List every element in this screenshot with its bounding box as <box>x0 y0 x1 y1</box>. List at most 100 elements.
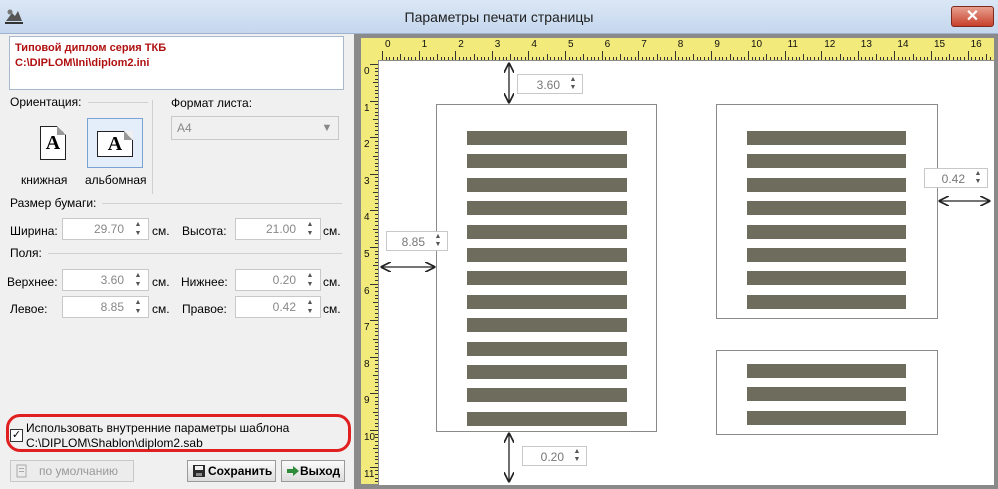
margin-arrows <box>379 61 994 485</box>
spin-down-icon[interactable]: ▼ <box>431 241 445 249</box>
ruler-tick <box>375 78 378 80</box>
format-select[interactable]: A4 ▼ <box>171 116 339 140</box>
preview-top-spinner[interactable]: 3.60 ▲ ▼ <box>517 74 583 94</box>
ruler-tick <box>887 57 889 60</box>
ruler-tick <box>711 51 713 60</box>
preview-right-spinner[interactable]: 0.42 ▲ ▼ <box>924 168 988 188</box>
spin-down-icon[interactable]: ▼ <box>302 229 318 238</box>
exit-arrow-icon <box>287 466 299 476</box>
ruler-tick <box>608 57 610 60</box>
spin-up-icon[interactable]: ▲ <box>971 170 985 178</box>
spin-down-icon[interactable]: ▼ <box>130 229 146 238</box>
spin-down-icon[interactable]: ▼ <box>566 84 580 92</box>
top-margin-spinner[interactable]: 3.60 ▲ ▼ <box>62 269 149 291</box>
template-name: Типовой диплом серия ТКБ <box>15 42 167 54</box>
ruler-label: 6 <box>364 285 370 297</box>
ruler-label: 11 <box>364 468 375 480</box>
ruler-tick <box>528 51 530 60</box>
ruler-tick <box>477 57 479 60</box>
ruler-tick <box>605 57 607 60</box>
bottom-margin-spinner[interactable]: 0.20 ▲ ▼ <box>235 269 321 291</box>
ruler-tick <box>788 57 790 60</box>
ruler-tick <box>521 57 523 60</box>
preview-bottom-spinner[interactable]: 0.20 ▲ ▼ <box>522 446 587 466</box>
title-bar: Параметры печати страницы ✕ <box>0 0 998 34</box>
ruler-label: 10 <box>751 39 763 50</box>
ruler-tick <box>370 283 378 285</box>
ruler-tick <box>375 290 378 292</box>
spin-up-icon[interactable]: ▲ <box>566 76 580 84</box>
ruler-tick <box>375 181 378 183</box>
spin-up-icon[interactable]: ▲ <box>130 220 146 229</box>
format-value: A4 <box>177 121 192 135</box>
right-margin-spinner[interactable]: 0.42 ▲ ▼ <box>235 296 321 318</box>
spin-up-icon[interactable]: ▲ <box>570 448 584 456</box>
ruler-tick <box>375 334 378 336</box>
template-sab-path: C:\DIPLOM\Shablon\diplom2.sab <box>26 436 203 450</box>
spin-down-icon[interactable]: ▼ <box>130 307 146 316</box>
ruler-tick <box>375 433 378 435</box>
ruler-tick <box>843 57 845 60</box>
ruler-tick <box>370 64 378 65</box>
ruler-tick <box>898 57 900 60</box>
spin-down-icon[interactable]: ▼ <box>570 456 584 464</box>
spin-up-icon[interactable]: ▲ <box>302 271 318 280</box>
ruler-tick <box>375 268 378 270</box>
ruler-label: 3 <box>364 175 370 187</box>
spin-down-icon[interactable]: ▼ <box>971 178 985 186</box>
spin-down-icon[interactable]: ▼ <box>302 307 318 316</box>
template-ini-path: C:\DIPLOM\Ini\diplom2.ini <box>15 57 150 69</box>
ruler-tick <box>436 54 438 60</box>
width-value: 29.70 <box>93 222 124 236</box>
dialog-body: Типовой диплом серия ТКБ C:\DIPLOM\Ini\d… <box>0 34 998 489</box>
left-margin-spinner[interactable]: 8.85 ▲ ▼ <box>62 296 149 318</box>
ruler-tick <box>385 57 387 60</box>
ruler-tick <box>375 397 378 399</box>
spin-up-icon[interactable]: ▲ <box>431 233 445 241</box>
spin-down-icon[interactable]: ▼ <box>130 280 146 289</box>
ruler-tick <box>375 349 378 351</box>
close-button[interactable]: ✕ <box>951 6 994 27</box>
ruler-tick <box>375 257 378 259</box>
save-button[interactable]: Сохранить <box>187 460 276 482</box>
ruler-tick <box>425 57 427 60</box>
ruler-tick <box>733 57 735 60</box>
spin-up-icon[interactable]: ▲ <box>302 298 318 307</box>
top-margin-value: 3.60 <box>100 273 124 287</box>
preview-left-value: 8.85 <box>401 235 425 249</box>
ruler-tick <box>373 448 378 450</box>
ruler-tick <box>400 54 402 60</box>
ruler-label: 2 <box>458 39 464 50</box>
landscape-button[interactable]: A <box>87 118 143 168</box>
exit-button[interactable]: Выход <box>281 460 345 482</box>
ruler-tick <box>832 57 834 60</box>
portrait-button[interactable]: A <box>23 118 79 168</box>
ruler-label: 9 <box>364 395 370 407</box>
spin-up-icon[interactable]: ▲ <box>130 271 146 280</box>
ruler-tick <box>375 287 378 289</box>
spin-up-icon[interactable]: ▲ <box>130 298 146 307</box>
ruler-tick <box>722 57 724 60</box>
ruler-tick <box>375 151 378 153</box>
ruler-tick <box>375 386 378 388</box>
default-button[interactable]: по умолчанию <box>10 460 134 482</box>
ruler-tick <box>667 57 669 60</box>
spin-down-icon[interactable]: ▼ <box>302 280 318 289</box>
ruler-tick <box>375 188 378 190</box>
ruler-tick <box>982 57 984 60</box>
ruler-tick <box>488 57 490 60</box>
ruler-tick <box>502 57 504 60</box>
height-spinner[interactable]: 21.00 ▲ ▼ <box>235 218 321 240</box>
ruler-tick <box>744 57 746 60</box>
spin-up-icon[interactable]: ▲ <box>302 220 318 229</box>
ruler-tick <box>575 57 577 60</box>
width-spinner[interactable]: 29.70 ▲ ▼ <box>62 218 149 240</box>
use-template-checkbox[interactable]: ✓ <box>10 429 23 442</box>
ruler-label: 1 <box>364 102 370 114</box>
preview-top-value: 3.60 <box>536 78 560 92</box>
ruler-tick <box>375 360 378 362</box>
ruler-tick <box>960 57 962 60</box>
preview-left-spinner[interactable]: 8.85 ▲ ▼ <box>386 231 448 251</box>
template-info-box: Типовой диплом серия ТКБ C:\DIPLOM\Ini\d… <box>9 36 344 90</box>
portrait-label: книжная <box>21 173 68 187</box>
